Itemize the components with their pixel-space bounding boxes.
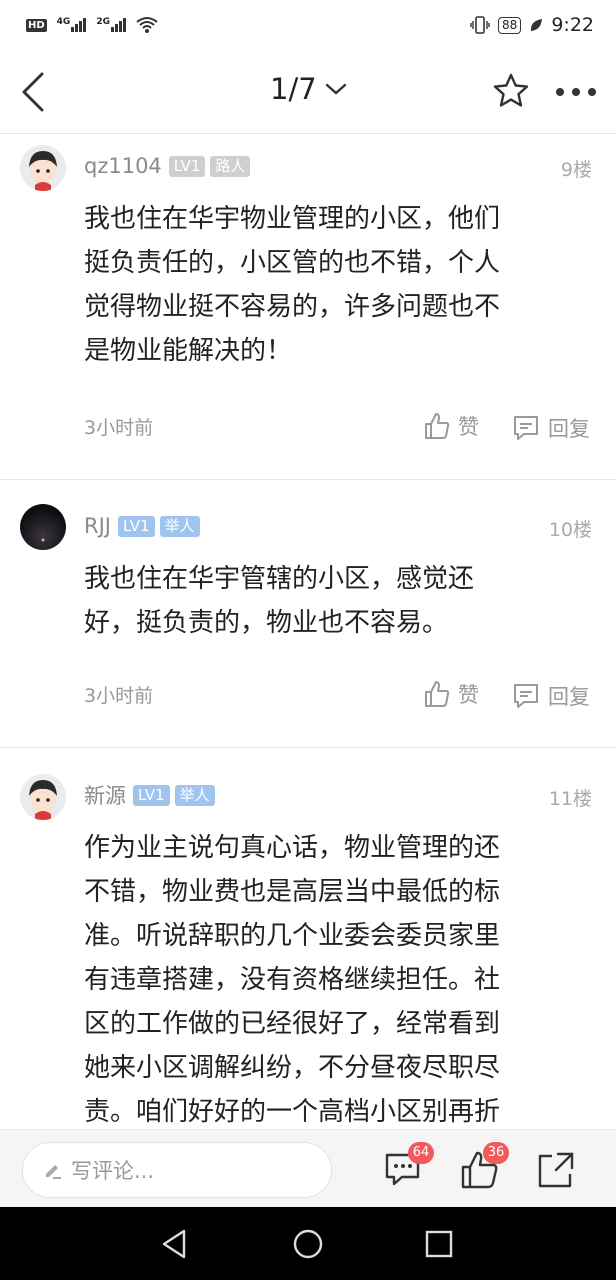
wifi-icon [136,17,158,33]
battery-level: 88 [498,16,522,34]
reply-label: 回复 [548,417,590,441]
cartoon-avatar-icon [20,145,66,191]
floor-number: 9楼 [560,159,592,181]
reply-label: 回复 [548,685,590,709]
vibrate-icon [470,16,490,34]
share-icon[interactable] [536,1150,576,1190]
comment-line: 觉得物业挺不容易的，许多问题也不 [84,292,501,322]
comment-placeholder: 写评论... [71,1159,155,1183]
more-options-icon[interactable] [554,80,598,104]
comment-bubble-icon [514,684,538,708]
role-badge: 举人 [174,784,215,806]
comment-line: 责。咱们好好的一个高档小区别再折 [84,1097,501,1127]
comment-text: 作为业主说句真心话，物业管理的还 不错，物业费也是高层当中最低的标 准。听说辞职… [84,826,564,1129]
comment-line: 我也住在华宇物业管理的小区，他们 [84,204,501,234]
comment-line: 挺负责任的，小区管的也不错，个人 [84,248,501,278]
like-count-badge: 36 [483,1142,509,1164]
level-badge: LV1 [117,515,155,537]
comment-text: 我也住在华宇管辖的小区，感觉还 好，挺负责的，物业也不容易。 [84,557,564,645]
comment-item: 新源 LV1 举人 11楼 作为业主说句真心话，物业管理的还 不错，物业费也是高… [0,748,616,1129]
comment-line: 有违章搭建，没有资格继续担任。社 [84,965,501,995]
comment-count-badge: 64 [408,1142,434,1164]
username[interactable]: 新源 [84,780,126,810]
chevron-down-icon [325,83,346,95]
cartoon-avatar-icon [20,774,66,820]
system-back-icon[interactable] [158,1227,192,1261]
username[interactable]: RJJ [84,514,111,538]
comment-line: 作为业主说句真心话，物业管理的还 [84,833,501,863]
system-recents-icon[interactable] [422,1227,456,1261]
comment-bar: 写评论... 64 36 [0,1129,616,1207]
role-badge: 路人 [210,155,251,177]
floor-number: 11楼 [548,788,592,810]
page-indicator: 1/7 [270,72,317,106]
pencil-icon [46,1165,61,1179]
status-left: HD 4G 2G [26,16,158,34]
floor-number: 10楼 [548,519,592,541]
system-navigation-bar [0,1207,616,1280]
thumbs-up-icon [425,413,450,439]
comment-input[interactable]: 写评论... [22,1142,332,1198]
level-badge: LV1 [133,784,170,806]
like-label: 赞 [458,683,479,707]
comment-line: 区的工作做的已经很好了，经常看到 [84,1009,501,1039]
net-type-label: 4G [56,17,71,27]
comment-bubble-icon [514,416,538,440]
signal-2g-icon: 2G [96,18,126,32]
comment-line: 是物业能解决的！ [84,336,293,366]
reply-button[interactable]: 回复 [512,681,590,711]
comment-line: 我也住在华宇管辖的小区，感觉还 [84,564,475,594]
comment-list: qz1104 LV1 路人 9楼 我也住在华宇物业管理的小区，他们 挺负责任的，… [0,135,616,1129]
clock: 9:22 [551,14,594,36]
top-nav-bar: 1/7 [0,50,616,134]
like-button[interactable]: 赞 [424,411,479,441]
comment-time: 3小时前 [84,685,154,707]
status-bar: HD 4G 2G 88 9:22 [0,0,616,50]
avatar[interactable] [20,774,66,820]
like-button[interactable]: 赞 [424,679,479,709]
leaf-icon [531,19,543,31]
back-arrow-icon[interactable] [18,70,48,114]
comment-line: 准。听说辞职的几个业委会委员家里 [84,921,501,951]
username[interactable]: qz1104 [84,154,162,178]
status-right: 88 9:22 [470,14,594,36]
favorite-star-icon[interactable] [492,72,530,110]
comment-time: 3小时前 [84,417,154,439]
level-badge: LV1 [168,155,206,177]
avatar[interactable] [20,145,66,191]
net-type-label: 2G [96,17,110,27]
comment-text: 我也住在华宇物业管理的小区，他们 挺负责任的，小区管的也不错，个人 觉得物业挺不… [84,197,564,373]
like-label: 赞 [458,415,479,439]
comment-header: RJJ LV1 举人 [84,512,200,540]
comment-header: 新源 LV1 举人 [84,781,215,809]
comment-item: qz1104 LV1 路人 9楼 我也住在华宇物业管理的小区，他们 挺负责任的，… [0,135,616,479]
comment-item: RJJ LV1 举人 10楼 我也住在华宇管辖的小区，感觉还 好，挺负责的，物业… [0,480,616,747]
comment-line: 好，挺负责的，物业也不容易。 [84,608,449,638]
page-selector[interactable]: 1/7 [270,72,347,106]
comment-header: qz1104 LV1 路人 [84,152,251,180]
role-badge: 举人 [159,515,200,537]
avatar[interactable] [20,504,66,550]
signal-4g-icon: 4G [57,18,87,32]
comment-line: 不错，物业费也是高层当中最低的标 [84,877,501,907]
system-home-icon[interactable] [291,1227,325,1261]
thumbs-up-icon [425,681,450,707]
reply-button[interactable]: 回复 [512,413,590,443]
hd-indicator: HD [26,18,47,32]
comment-line: 她来小区调解纠纷，不分昼夜尽职尽 [84,1053,501,1083]
night-photo-avatar-icon [20,504,66,550]
